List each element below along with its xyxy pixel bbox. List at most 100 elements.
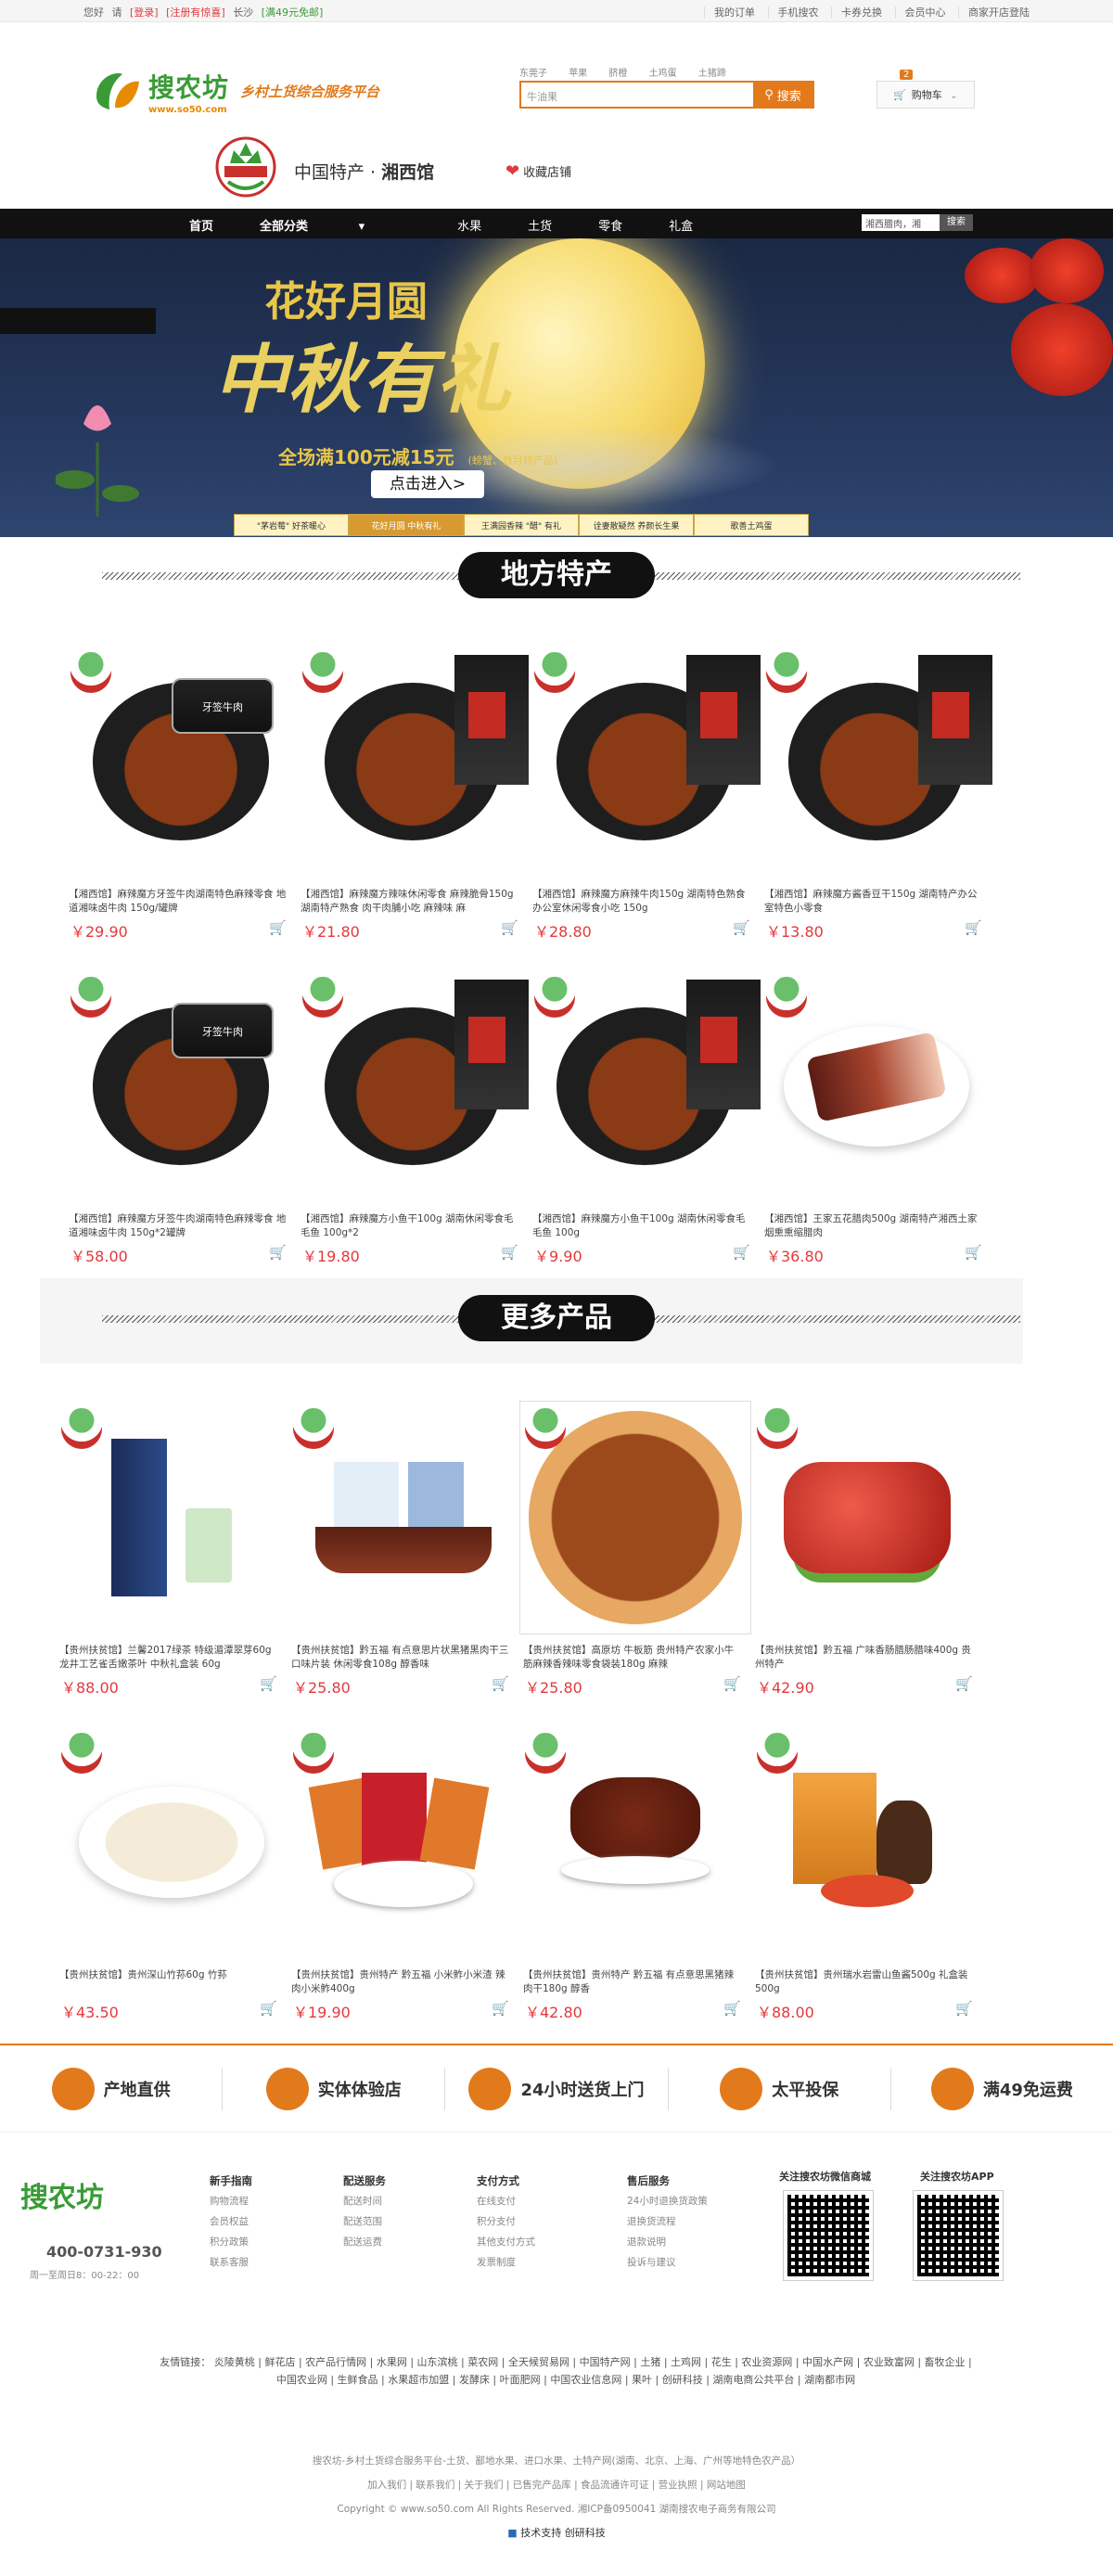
product-card[interactable]: 【贵州扶贫馆】贵州深山竹荪60g 竹荪 ￥43.50 🛒: [56, 1725, 288, 2048]
product-card[interactable]: 【贵州扶贫馆】黔五福 有点意思片状黑猪黑肉干三口味片装 休闲零食108g 醇香味…: [288, 1401, 519, 1724]
product-desc[interactable]: 【湘西馆】麻辣魔方小鱼干100g 湖南休闲零食毛毛鱼 100g*2: [301, 1212, 519, 1240]
footer-link[interactable]: 其他支付方式: [477, 2232, 535, 2252]
add-to-cart-icon[interactable]: 🛒: [965, 1244, 982, 1261]
product-desc[interactable]: 【湘西馆】麻辣魔方辣味休闲零食 麻辣脆骨150g 湖南特产熟食 肉干肉脯小吃 麻…: [301, 888, 519, 916]
cart-button[interactable]: 2 🛒 购物车 ⌄: [876, 70, 975, 109]
add-to-cart-icon[interactable]: 🛒: [260, 1675, 277, 1692]
add-to-cart-icon[interactable]: 🛒: [733, 1244, 750, 1261]
banner-tab[interactable]: 王满园香辣 "醋" 有礼: [464, 514, 579, 536]
add-to-cart-icon[interactable]: 🛒: [492, 2000, 509, 2017]
footer-link[interactable]: 会员权益: [210, 2211, 252, 2232]
footer-link[interactable]: 购物流程: [210, 2191, 252, 2211]
product-card[interactable]: 【湘西馆】王家五花腊肉500g 湖南特产湘西土家烟熏熏缩腊肉 ￥36.80 🛒: [761, 969, 992, 1292]
product-card[interactable]: 【湘西馆】麻辣魔方小鱼干100g 湖南休闲零食毛毛鱼 100g ￥9.90 🛒: [529, 969, 761, 1292]
footer-link[interactable]: 退换货流程: [627, 2211, 708, 2232]
banner-tab[interactable]: "茅岩莓" 好茶暖心: [234, 514, 349, 536]
product-desc[interactable]: 【湘西馆】麻辣魔方牙签牛肉湖南特色麻辣零食 地道湘味卤牛肉 150g/罐牌: [69, 888, 288, 916]
coupon-link[interactable]: 卡券兑换: [831, 6, 882, 19]
product-card[interactable]: 【贵州扶贫馆】高原坊 牛板筋 贵州特产农家小牛筋麻辣香辣味零食袋装180g 麻辣…: [519, 1401, 751, 1724]
banner-tab[interactable]: 歌善土鸡蛋: [694, 514, 809, 536]
add-to-cart-icon[interactable]: 🛒: [723, 1675, 741, 1692]
banner-enter-button[interactable]: 点击进入>: [371, 470, 484, 498]
banner-tab-active[interactable]: 花好月圆 中秋有礼: [349, 514, 464, 536]
product-desc[interactable]: 【贵州扶贫馆】兰馨2017绿茶 特级湄潭翠芽60g 龙井工艺雀舌嫩茶叶 中秋礼盒…: [59, 1644, 278, 1672]
add-to-cart-icon[interactable]: 🛒: [492, 1675, 509, 1692]
product-card[interactable]: 【贵州扶贫馆】贵州特产 黔五福 小米鲊小米渣 辣肉小米鲊400g ￥19.90 …: [288, 1725, 519, 2048]
product-desc[interactable]: 【湘西馆】麻辣魔方小鱼干100g 湖南休闲零食毛毛鱼 100g: [532, 1212, 751, 1240]
product-card[interactable]: 【贵州扶贫馆】贵州特产 黔五福 有点意思黑猪辣肉干180g 醇香 ￥42.80 …: [519, 1725, 751, 2048]
friend-links[interactable]: 友情链接： 炎陵黄桃 | 鲜花店 | 农产品行情网 | 水果网 | 山东滨桃 |…: [158, 2353, 974, 2389]
footer-link[interactable]: 配送时间: [343, 2191, 386, 2211]
product-card[interactable]: 【湘西馆】麻辣魔方辣味休闲零食 麻辣脆骨150g 湖南特产熟食 肉干肉脯小吃 麻…: [297, 645, 529, 968]
my-orders-link[interactable]: 我的订单: [704, 6, 755, 19]
product-card[interactable]: 【贵州扶贫馆】兰馨2017绿茶 特级湄潭翠芽60g 龙井工艺雀舌嫩茶叶 中秋礼盒…: [56, 1401, 288, 1724]
member-center-link[interactable]: 会员中心: [894, 6, 946, 19]
hot-word[interactable]: 苹果: [569, 69, 587, 79]
add-to-cart-icon[interactable]: 🛒: [733, 919, 750, 936]
nav-item-local-goods[interactable]: 土货: [528, 216, 552, 234]
product-desc[interactable]: 【贵州扶贫馆】贵州特产 黔五福 有点意思黑猪辣肉干180g 醇香: [523, 1968, 742, 1996]
footer-logo[interactable]: 搜农坊: [20, 2174, 104, 2215]
favorite-shop-button[interactable]: ❤ 收藏店铺: [505, 161, 571, 181]
footer-link[interactable]: 联系客服: [210, 2252, 252, 2273]
mobile-link[interactable]: 手机搜农: [767, 6, 819, 19]
shop-search-button[interactable]: 搜索: [940, 214, 973, 231]
add-to-cart-icon[interactable]: 🛒: [501, 1244, 518, 1261]
footer-link[interactable]: 发票制度: [477, 2252, 535, 2273]
product-desc[interactable]: 【贵州扶贫馆】贵州瑞水岩雷山鱼酱500g 礼盒装500g: [755, 1968, 974, 1996]
register-link[interactable]: [注册有惊喜]: [166, 6, 225, 19]
bottom-links[interactable]: 加入我们 | 联系我们 | 关于我们 | 已售完产品库 | 食品流通许可证 | …: [0, 2473, 1113, 2497]
add-to-cart-icon[interactable]: 🛒: [955, 1675, 973, 1692]
search-button[interactable]: ⚲ 搜索: [753, 83, 812, 107]
product-card[interactable]: 【湘西馆】麻辣魔方小鱼干100g 湖南休闲零食毛毛鱼 100g*2 ￥19.80…: [297, 969, 529, 1292]
product-desc[interactable]: 【贵州扶贫馆】黔五福 有点意思片状黑猪黑肉干三口味片装 休闲零食108g 醇香味: [291, 1644, 510, 1672]
footer-link[interactable]: 积分支付: [477, 2211, 535, 2232]
product-desc[interactable]: 【湘西馆】王家五花腊肉500g 湖南特产湘西土家烟熏熏缩腊肉: [764, 1212, 983, 1240]
footer-link[interactable]: 积分政策: [210, 2232, 252, 2252]
product-desc[interactable]: 【贵州扶贫馆】贵州深山竹荪60g 竹荪: [59, 1968, 278, 1996]
product-desc[interactable]: 【贵州扶贫馆】贵州特产 黔五福 小米鲊小米渣 辣肉小米鲊400g: [291, 1968, 510, 1996]
footer-link[interactable]: 配送运费: [343, 2232, 386, 2252]
product-card[interactable]: 牙签牛肉 【湘西馆】麻辣魔方牙签牛肉湖南特色麻辣零食 地道湘味卤牛肉 150g/…: [65, 645, 297, 968]
nav-item-gift-box[interactable]: 礼盒: [669, 216, 693, 234]
city-selector[interactable]: 长沙: [233, 6, 253, 19]
product-card[interactable]: 【湘西馆】麻辣魔方酱香豆干150g 湖南特产办公室特色小零食 ￥13.80 🛒: [761, 645, 992, 968]
footer-link[interactable]: 退款说明: [627, 2232, 708, 2252]
login-link[interactable]: [登录]: [130, 6, 159, 19]
shop-emblem-icon: [302, 652, 343, 693]
hot-word[interactable]: 脐橙: [608, 69, 627, 79]
nav-item-snacks[interactable]: 零食: [598, 216, 622, 234]
add-to-cart-icon[interactable]: 🛒: [965, 919, 982, 936]
add-to-cart-icon[interactable]: 🛒: [269, 1244, 287, 1261]
product-desc[interactable]: 【湘西馆】麻辣魔方牙签牛肉湖南特色麻辣零食 地道湘味卤牛肉 150g*2罐牌: [69, 1212, 288, 1240]
merchant-login-link[interactable]: 商家开店登陆: [958, 6, 1030, 19]
product-card[interactable]: 【贵州扶贫馆】贵州瑞水岩雷山鱼酱500g 礼盒装500g ￥88.00 🛒: [751, 1725, 983, 2048]
product-desc[interactable]: 【贵州扶贫馆】高原坊 牛板筋 贵州特产农家小牛筋麻辣香辣味零食袋装180g 麻辣: [523, 1644, 742, 1672]
hot-word[interactable]: 土猪蹄: [698, 69, 726, 79]
add-to-cart-icon[interactable]: 🛒: [501, 919, 518, 936]
mid-autumn-banner[interactable]: 花好月圆 中秋有礼 全场满100元减15元 (螃蟹、数月特产品) 点击进入> "…: [0, 238, 1113, 537]
product-card[interactable]: 牙签牛肉 【湘西馆】麻辣魔方牙签牛肉湖南特色麻辣零食 地道湘味卤牛肉 150g*…: [65, 969, 297, 1292]
product-desc[interactable]: 【湘西馆】麻辣魔方麻辣牛肉150g 湖南特色熟食 办公室休闲零食小吃 150g: [532, 888, 751, 916]
add-to-cart-icon[interactable]: 🛒: [723, 2000, 741, 2017]
nav-item-fruit[interactable]: 水果: [457, 216, 481, 234]
product-desc[interactable]: 【贵州扶贫馆】黔五福 广味香肠腊肠腊味400g 贵州特产: [755, 1644, 974, 1672]
footer-link[interactable]: 在线支付: [477, 2191, 535, 2211]
shop-search-input[interactable]: 湘西腊肉，湘 搜索: [862, 214, 973, 231]
hot-word[interactable]: 东莞子: [519, 69, 547, 79]
product-card[interactable]: 【湘西馆】麻辣魔方麻辣牛肉150g 湖南特色熟食 办公室休闲零食小吃 150g …: [529, 645, 761, 968]
nav-item-all-categories[interactable]: 全部分类 ▾: [260, 216, 411, 234]
footer-link[interactable]: 24小时退换货政策: [627, 2191, 708, 2211]
banner-tab[interactable]: 诠妻散疑然 养颜长生果: [579, 514, 694, 536]
product-desc[interactable]: 【湘西馆】麻辣魔方酱香豆干150g 湖南特产办公室特色小零食: [764, 888, 983, 916]
add-to-cart-icon[interactable]: 🛒: [260, 2000, 277, 2017]
product-card[interactable]: 【贵州扶贫馆】黔五福 广味香肠腊肠腊味400g 贵州特产 ￥42.90 🛒: [751, 1401, 983, 1724]
add-to-cart-icon[interactable]: 🛒: [955, 2000, 973, 2017]
nav-item-home[interactable]: 首页: [189, 216, 213, 234]
search-input[interactable]: 牛油果: [521, 83, 753, 107]
site-logo[interactable]: 搜农坊 www.so50.com 乡村土货综合服务平台: [91, 65, 379, 117]
hot-word[interactable]: 土鸡蛋: [649, 69, 677, 79]
footer-link[interactable]: 投诉与建议: [627, 2252, 708, 2273]
add-to-cart-icon[interactable]: 🛒: [269, 919, 287, 936]
footer-link[interactable]: 配送范围: [343, 2211, 386, 2232]
